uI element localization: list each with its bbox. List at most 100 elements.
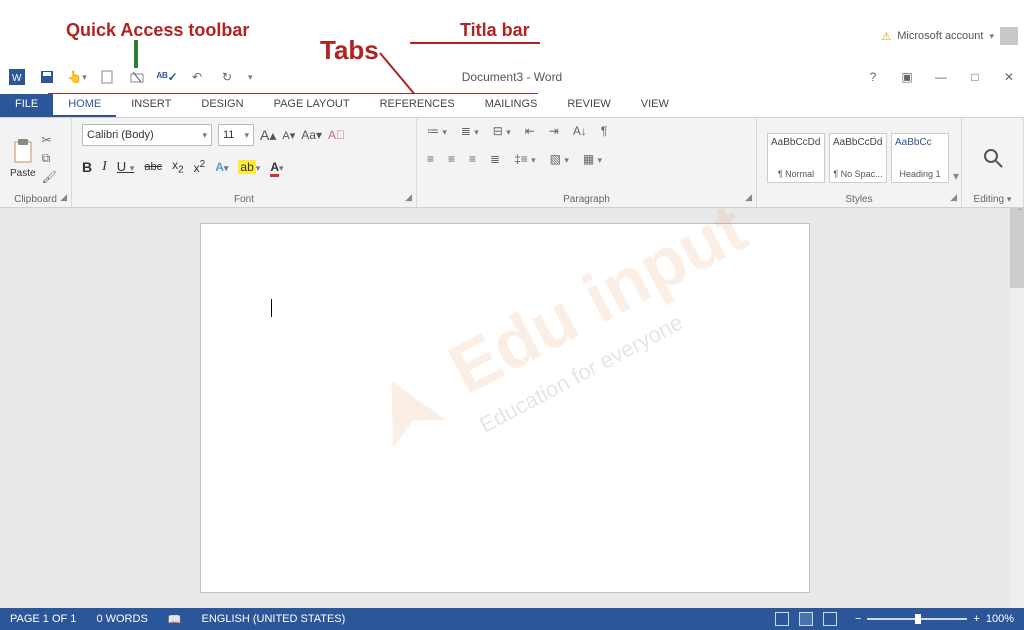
tab-review[interactable]: REVIEW: [552, 94, 625, 117]
annot-tabs: Tabs: [320, 35, 379, 66]
zoom-in-button[interactable]: +: [973, 613, 979, 625]
group-styles: AaBbCcDd ¶ Normal AaBbCcDd ¶ No Spac... …: [757, 118, 962, 207]
scrollbar-thumb[interactable]: [1010, 208, 1024, 288]
zoom-out-button[interactable]: −: [855, 613, 861, 625]
vertical-scrollbar[interactable]: [1010, 208, 1024, 608]
tab-mailings[interactable]: MAILINGS: [470, 94, 553, 117]
italic-button[interactable]: I: [102, 159, 107, 175]
sort-icon[interactable]: A↓: [573, 124, 587, 138]
ribbon: Paste ✂ ⧉ 🖌 Clipboard ◢ Calibri (Body)▾ …: [0, 118, 1024, 208]
tab-view[interactable]: VIEW: [626, 94, 684, 117]
collapse-ribbon-icon[interactable]: ˆ: [1019, 208, 1022, 219]
account-dropdown-icon: ▾: [989, 31, 994, 42]
qat-pointer: [134, 40, 138, 68]
title-bar: W 👆▾ ᴬᴮ✓ ↶ ↻ ▾ Document3 - Word ? ▣ — □ …: [0, 65, 1024, 89]
styles-launcher-icon[interactable]: ◢: [950, 192, 957, 203]
strikethrough-button[interactable]: abc: [144, 161, 162, 173]
numbering-icon[interactable]: ≣ ▾: [461, 124, 479, 138]
grow-font-icon[interactable]: A▴: [260, 127, 276, 144]
copy-icon[interactable]: ⧉: [42, 151, 57, 166]
font-family-select[interactable]: Calibri (Body)▾: [82, 124, 212, 146]
status-words[interactable]: 0 WORDS: [86, 613, 157, 625]
style-no-spacing[interactable]: AaBbCcDd ¶ No Spac...: [829, 133, 887, 183]
status-proofing-icon[interactable]: 📖: [158, 613, 192, 626]
group-clipboard-label: Clipboard: [10, 192, 61, 205]
group-styles-label: Styles: [767, 192, 951, 205]
view-read-icon[interactable]: [775, 612, 789, 626]
font-size-select[interactable]: 11▾: [218, 124, 254, 146]
zoom-level[interactable]: 100%: [986, 613, 1014, 625]
styles-more-icon[interactable]: ▾: [953, 169, 959, 183]
annot-titlebar: Titla bar: [460, 20, 530, 41]
underline-button[interactable]: U ▾: [117, 159, 135, 174]
shading-icon[interactable]: ▧ ▾: [550, 152, 569, 166]
font-launcher-icon[interactable]: ◢: [405, 192, 412, 203]
tab-file[interactable]: FILE: [0, 94, 53, 117]
superscript-button[interactable]: x2: [194, 159, 206, 175]
highlight-icon[interactable]: ab▾: [238, 160, 260, 174]
change-case-icon[interactable]: Aa▾: [301, 128, 322, 142]
tab-insert[interactable]: INSERT: [116, 94, 186, 117]
view-web-icon[interactable]: [823, 612, 837, 626]
format-painter-icon[interactable]: 🖌: [42, 170, 57, 184]
align-right-icon[interactable]: ≡: [469, 152, 476, 166]
document-page[interactable]: [200, 223, 810, 593]
justify-icon[interactable]: ≣: [490, 152, 500, 166]
group-clipboard: Paste ✂ ⧉ 🖌 Clipboard ◢: [0, 118, 72, 207]
cut-icon[interactable]: ✂: [42, 133, 57, 147]
text-effects-icon[interactable]: A▾: [215, 160, 228, 174]
style-normal[interactable]: AaBbCcDd ¶ Normal: [767, 133, 825, 183]
avatar: [1000, 27, 1018, 45]
account-label: Microsoft account: [897, 30, 983, 42]
group-paragraph-label: Paragraph: [427, 192, 746, 205]
titlebar-underline: [410, 42, 540, 44]
group-paragraph: ≔ ▾ ≣ ▾ ⊟ ▾ ⇤ ⇥ A↓ ¶ ≡ ≡ ≡ ≣ ‡≡ ▾ ▧ ▾ ▦ …: [417, 118, 757, 207]
text-cursor: [271, 299, 272, 317]
paragraph-launcher-icon[interactable]: ◢: [745, 192, 752, 203]
clear-formatting-icon[interactable]: A⃠: [328, 128, 345, 142]
account-area[interactable]: ⚠ Microsoft account ▾: [881, 24, 1018, 48]
find-icon[interactable]: [982, 147, 1004, 169]
view-print-icon[interactable]: [799, 612, 813, 626]
style-heading-1[interactable]: AaBbCc Heading 1: [891, 133, 949, 183]
borders-icon[interactable]: ▦ ▾: [583, 152, 602, 166]
paste-label: Paste: [10, 168, 36, 179]
align-center-icon[interactable]: ≡: [448, 152, 455, 166]
tab-page-layout[interactable]: PAGE LAYOUT: [259, 94, 365, 117]
zoom-slider[interactable]: [867, 618, 967, 620]
increase-indent-icon[interactable]: ⇥: [549, 124, 559, 138]
status-language[interactable]: ENGLISH (UNITED STATES): [191, 613, 355, 625]
tab-references[interactable]: REFERENCES: [365, 94, 470, 117]
clipboard-launcher-icon[interactable]: ◢: [60, 192, 67, 203]
status-bar: PAGE 1 OF 1 0 WORDS 📖 ENGLISH (UNITED ST…: [0, 608, 1024, 630]
bullets-icon[interactable]: ≔ ▾: [427, 124, 447, 138]
subscript-button[interactable]: x2: [172, 158, 184, 175]
tab-design[interactable]: DESIGN: [186, 94, 258, 117]
paste-button[interactable]: Paste: [10, 138, 36, 179]
align-left-icon[interactable]: ≡: [427, 152, 434, 166]
group-font: Calibri (Body)▾ 11▾ A▴ A▾ Aa▾ A⃠ B I U ▾…: [72, 118, 417, 207]
decrease-indent-icon[interactable]: ⇤: [525, 124, 535, 138]
font-color-icon[interactable]: A▾: [270, 160, 283, 174]
group-font-label: Font: [82, 192, 406, 205]
document-area: [0, 208, 1010, 608]
ribbon-options-icon[interactable]: ▣: [898, 68, 916, 86]
ribbon-tabs: FILE HOME INSERT DESIGN PAGE LAYOUT REFE…: [0, 94, 1024, 118]
close-icon[interactable]: ✕: [1000, 68, 1018, 86]
bold-button[interactable]: B: [82, 159, 92, 175]
minimize-icon[interactable]: —: [932, 68, 950, 86]
view-buttons: [767, 612, 845, 626]
zoom-slider-knob[interactable]: [915, 614, 921, 624]
line-spacing-icon[interactable]: ‡≡ ▾: [514, 152, 536, 166]
maximize-icon[interactable]: □: [966, 68, 984, 86]
annot-qat: Quick Access toolbar: [66, 20, 249, 41]
status-page[interactable]: PAGE 1 OF 1: [0, 613, 86, 625]
show-marks-icon[interactable]: ¶: [601, 124, 607, 138]
group-editing-label: Editing ▾: [972, 192, 1013, 205]
zoom-control: − + 100%: [845, 613, 1024, 625]
multilevel-list-icon[interactable]: ⊟ ▾: [493, 124, 511, 138]
help-icon[interactable]: ?: [864, 68, 882, 86]
window-controls: ? ▣ — □ ✕: [864, 65, 1018, 89]
shrink-font-icon[interactable]: A▾: [282, 129, 295, 142]
tab-home[interactable]: HOME: [53, 94, 116, 117]
